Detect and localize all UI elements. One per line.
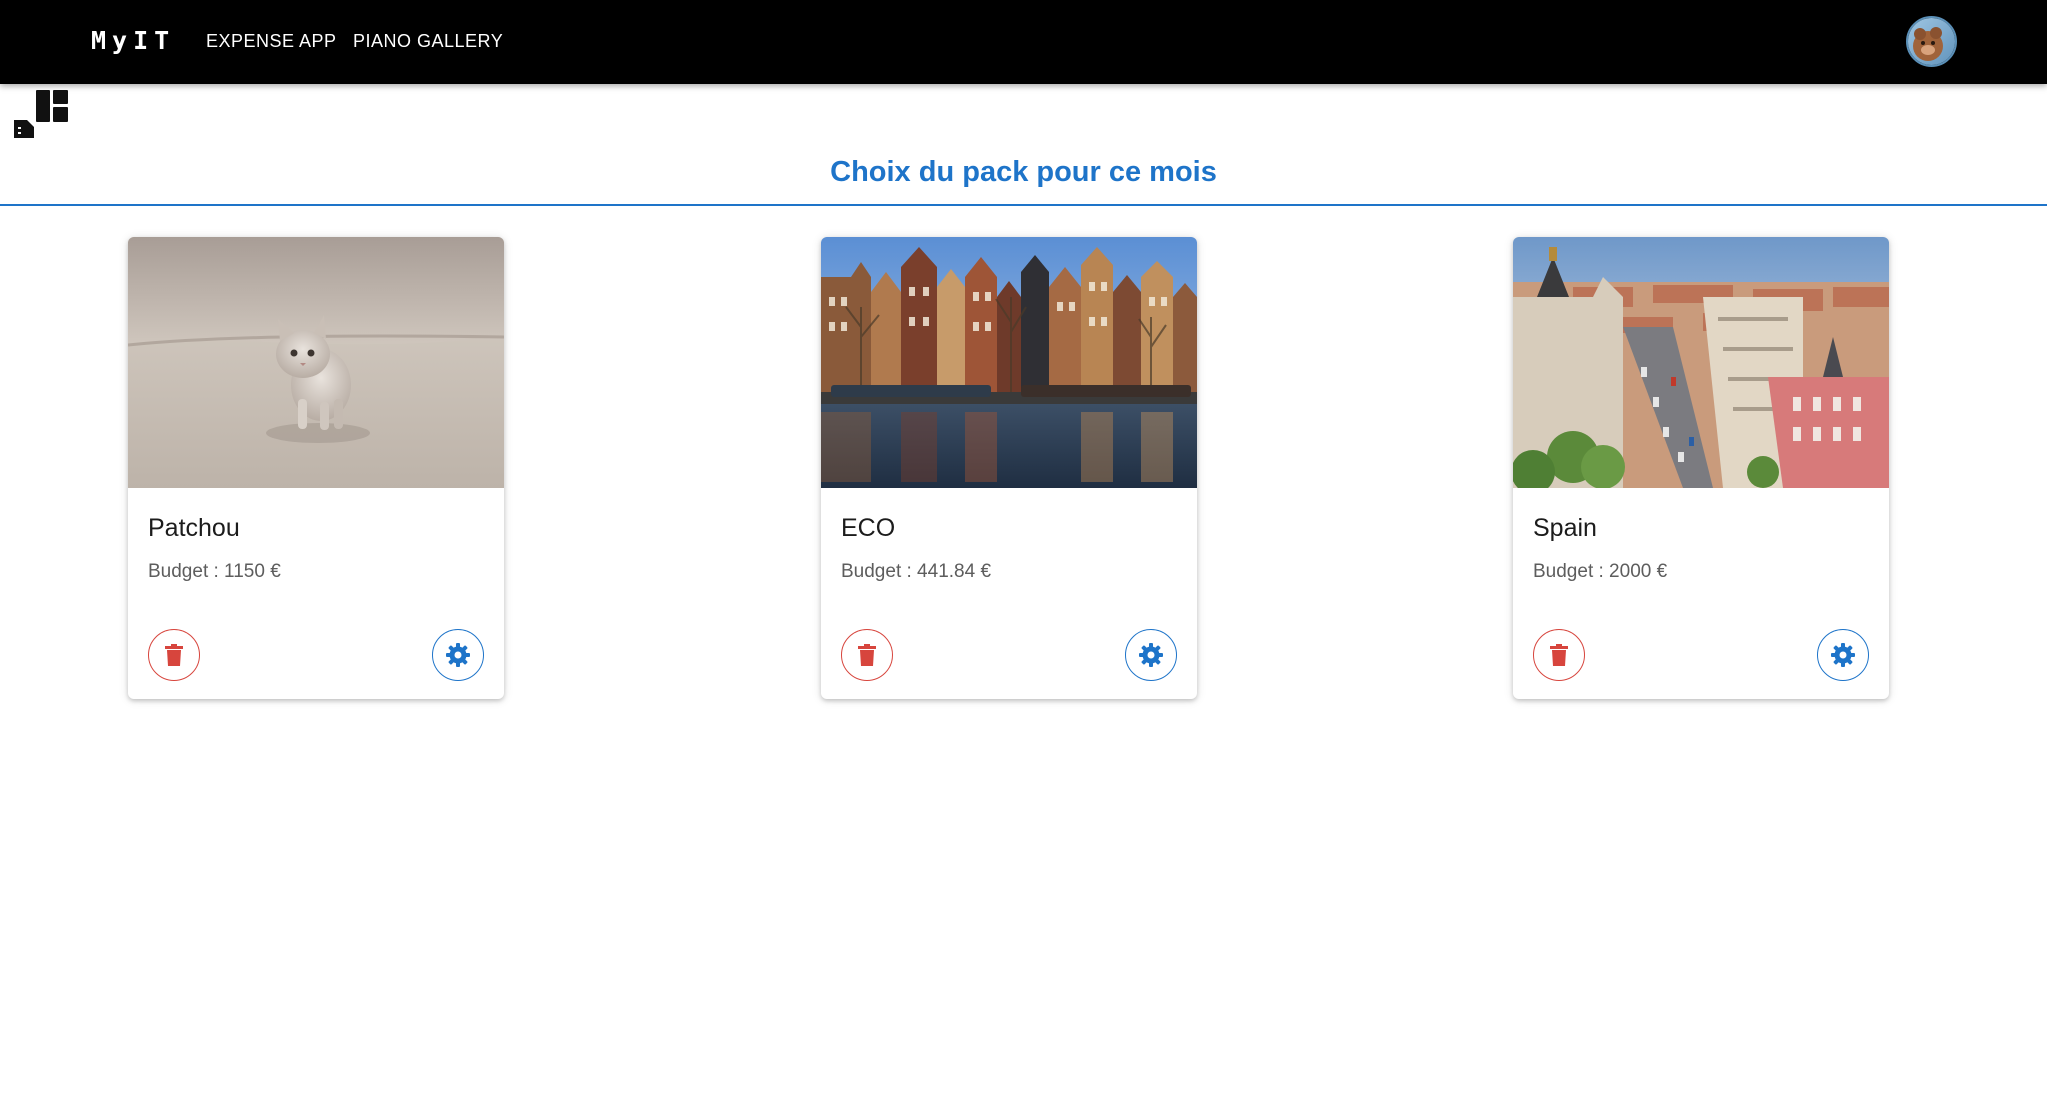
trash-icon [1550, 644, 1568, 666]
app-logo[interactable]: MyIT [91, 26, 175, 55]
gear-icon [1831, 643, 1855, 667]
pack-card-spain[interactable]: Spain Budget : 2000 € [1513, 237, 1889, 699]
page-title: Choix du pack pour ce mois [830, 156, 1217, 188]
delete-button[interactable] [1533, 629, 1585, 681]
avatar[interactable] [1906, 16, 1957, 67]
card-budget: Budget : 441.84 € [841, 561, 992, 582]
settings-button[interactable] [432, 629, 484, 681]
pack-card-eco[interactable]: ECO Budget : 441.84 € [821, 237, 1197, 699]
card-image-amsterdam [821, 237, 1197, 488]
document-icon[interactable] [12, 118, 36, 140]
settings-button[interactable] [1817, 629, 1869, 681]
card-title: Patchou [148, 514, 240, 542]
pack-card-patchou[interactable]: Patchou Budget : 1150 € [128, 237, 504, 699]
settings-button[interactable] [1125, 629, 1177, 681]
card-title: ECO [841, 514, 896, 542]
nav-piano-gallery[interactable]: PIANO GALLERY [353, 31, 503, 52]
gear-icon [1139, 643, 1163, 667]
app-bar: MyIT EXPENSE APP PIANO GALLERY [0, 0, 2047, 84]
card-budget: Budget : 2000 € [1533, 561, 1668, 582]
delete-button[interactable] [841, 629, 893, 681]
card-image-madrid [1513, 237, 1889, 494]
card-title: Spain [1533, 514, 1597, 542]
delete-button[interactable] [148, 629, 200, 681]
nav-expense-app[interactable]: EXPENSE APP [206, 31, 337, 52]
view-switcher [12, 88, 72, 143]
gear-icon [446, 643, 470, 667]
card-image-kitten [128, 237, 504, 488]
card-budget: Budget : 1150 € [148, 561, 281, 582]
title-divider [0, 204, 2047, 206]
trash-icon [165, 644, 183, 666]
dashboard-icon[interactable] [34, 88, 70, 124]
trash-icon [858, 644, 876, 666]
